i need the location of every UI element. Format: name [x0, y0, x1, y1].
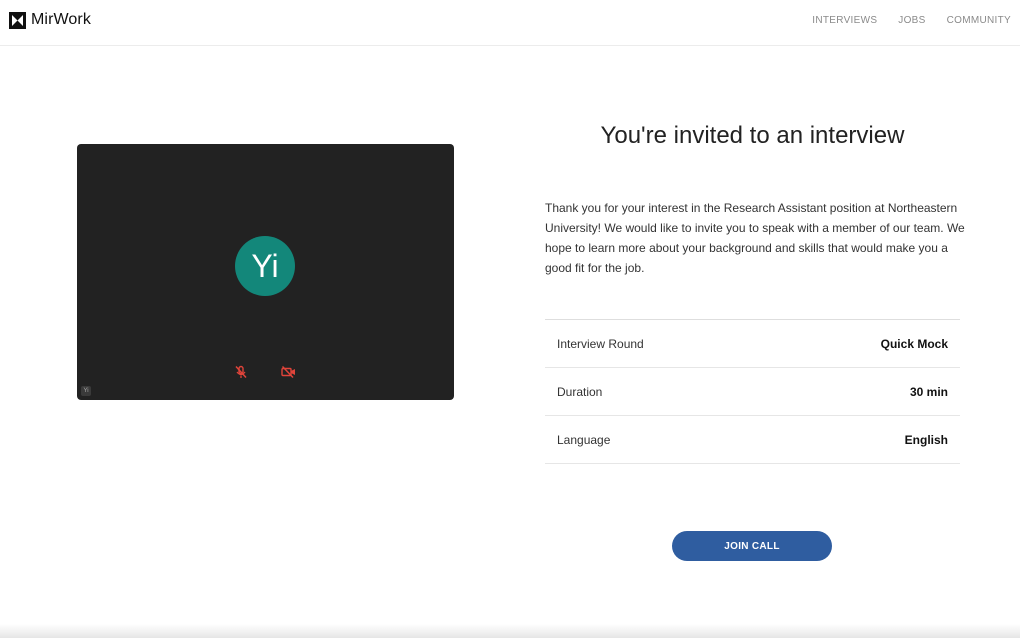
detail-value: 30 min	[909, 384, 948, 399]
main-nav: INTERVIEWS JOBS COMMUNITY	[791, 15, 1011, 26]
camera-off-icon	[280, 365, 296, 384]
bottom-shadow	[0, 624, 1020, 638]
join-call-button[interactable]: JOIN CALL	[672, 531, 832, 561]
brand-mark-icon	[9, 11, 26, 29]
camera-toggle-button[interactable]	[280, 365, 296, 384]
video-preview: Yi Yi	[77, 144, 454, 400]
participant-badge: Yi	[81, 386, 91, 396]
brand-logo[interactable]: MirWork	[9, 11, 91, 29]
detail-row-duration: Duration 30 min	[545, 368, 960, 416]
top-navbar: MirWork INTERVIEWS JOBS COMMUNITY	[0, 0, 1020, 46]
detail-label: Interview Round	[557, 336, 644, 351]
mic-off-icon	[234, 365, 248, 384]
interview-details: Interview Round Quick Mock Duration 30 m…	[545, 319, 960, 464]
brand-name: MirWork	[31, 11, 91, 28]
detail-row-language: Language English	[545, 416, 960, 464]
detail-value: Quick Mock	[880, 336, 948, 351]
detail-row-round: Interview Round Quick Mock	[545, 320, 960, 368]
invite-description: Thank you for your interest in the Resea…	[545, 201, 965, 275]
detail-value: English	[904, 432, 948, 447]
avatar: Yi	[235, 236, 295, 296]
detail-label: Duration	[557, 384, 603, 399]
detail-label: Language	[557, 432, 611, 447]
nav-interviews[interactable]: INTERVIEWS	[812, 15, 877, 26]
nav-community[interactable]: COMMUNITY	[947, 15, 1011, 26]
page: MirWork INTERVIEWS JOBS COMMUNITY Yi Yi …	[0, 0, 1020, 638]
page-title: You're invited to an interview	[600, 122, 905, 149]
nav-jobs[interactable]: JOBS	[898, 15, 925, 26]
mic-toggle-button[interactable]	[233, 365, 249, 384]
